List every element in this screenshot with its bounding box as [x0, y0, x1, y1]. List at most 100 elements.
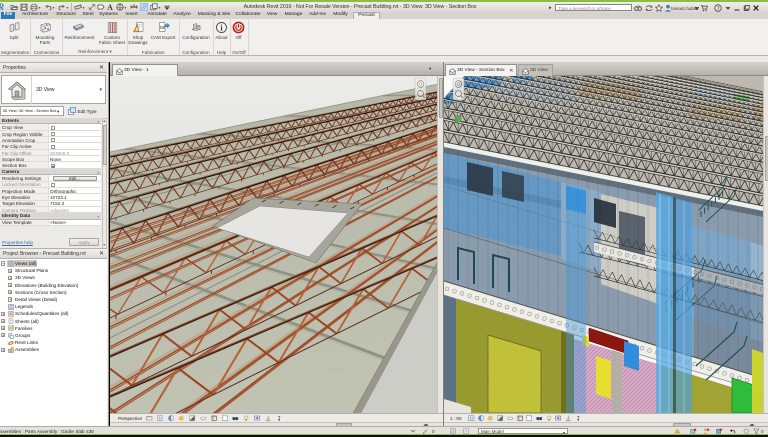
collapse-icon[interactable]: −: [1, 261, 6, 266]
ribbon-button-split[interactable]: Split: [0, 21, 28, 40]
property-value[interactable]: Orthographic: [47, 187, 101, 194]
ribbon-panel-label[interactable]: On/Off: [231, 50, 248, 55]
help-icon[interactable]: ?: [714, 4, 722, 12]
edit-type-button[interactable]: Edit Type: [67, 107, 106, 116]
tag-icon[interactable]: [97, 3, 105, 11]
undo-icon[interactable]: [44, 3, 52, 11]
ribbon-button-custom-fabric-sheet[interactable]: Custom Fabric Sheet: [98, 21, 126, 45]
search-binoculars-icon[interactable]: [634, 4, 642, 12]
property-value[interactable]: [47, 143, 101, 149]
ribbon-panel-label[interactable]: Help: [214, 50, 230, 55]
tree-item-groups[interactable]: + Groups: [0, 332, 107, 339]
ribbon-panel-label[interactable]: Fabrication: [128, 50, 179, 55]
maximize-icon[interactable]: [742, 4, 750, 12]
left-3d-scene[interactable]: [110, 76, 437, 413]
ribbon-button-off[interactable]: Off: [225, 21, 253, 40]
property-value[interactable]: None: [47, 156, 101, 162]
text-icon[interactable]: A: [106, 3, 114, 11]
property-value[interactable]: [47, 124, 101, 130]
expand-icon[interactable]: +: [8, 282, 13, 288]
instance-selector[interactable]: 3D View: 3D View - Section Box: [0, 106, 64, 116]
switch-windows-icon[interactable]: [150, 3, 158, 11]
help-caret-icon[interactable]: [724, 4, 732, 12]
tree-item-assemblies[interactable]: + Assemblies: [0, 346, 107, 353]
property-value[interactable]: [47, 130, 101, 137]
scroll-thumb[interactable]: [103, 125, 107, 165]
property-value[interactable]: 10723.1: [47, 194, 101, 200]
scroll-up-icon[interactable]: ▲: [103, 119, 107, 124]
minimize-icon[interactable]: [733, 4, 741, 12]
exchange-apps-icon[interactable]: [645, 4, 653, 12]
ribbon-button-cam-export[interactable]: CAM CAM Export: [149, 21, 177, 40]
section-icon[interactable]: [130, 3, 138, 11]
expand-icon[interactable]: +: [8, 297, 13, 302]
save-icon[interactable]: [20, 3, 28, 11]
property-value[interactable]: Adjusting: [47, 206, 101, 213]
qat-dropdown-caret-icon[interactable]: ▾: [39, 6, 43, 10]
tree-item-3d-views[interactable]: +3D Views: [0, 274, 107, 281]
checkbox-unchecked[interactable]: [50, 144, 55, 149]
qat-dropdown-caret-icon[interactable]: ▾: [125, 6, 129, 10]
type-selector-caret-icon[interactable]: ▾: [99, 87, 102, 93]
left-scale-label[interactable]: Perspective: [118, 416, 142, 421]
ribbon-button-configuration[interactable]: Configuration: [182, 21, 210, 40]
ribbon-button-reinforcement[interactable]: Reinforcement: [65, 21, 94, 40]
tree-item-sheets-all-[interactable]: + Sheets (all): [0, 318, 107, 325]
view-tab-3d-section-box[interactable]: 3D View - Section Box ✕: [445, 63, 517, 76]
ribbon-panel-label[interactable]: Configuration: [180, 50, 213, 55]
search-input[interactable]: Type a keyword or phrase: [555, 3, 632, 11]
ribbon-panel-label[interactable]: Segmentation: [0, 50, 30, 55]
property-value[interactable]: 7152.3: [47, 200, 101, 206]
default-3d-view-icon[interactable]: [116, 3, 124, 11]
aligned-dimension-icon[interactable]: [88, 3, 96, 11]
ribbon-panel-label[interactable]: Reinforcement ▾: [63, 49, 127, 55]
properties-close-icon[interactable]: ✕: [99, 63, 104, 74]
properties-scrollbar[interactable]: ▲ ▼: [101, 118, 107, 249]
expand-icon[interactable]: +: [8, 275, 13, 281]
apply-button[interactable]: Apply: [69, 238, 99, 246]
open-icon[interactable]: [10, 3, 18, 11]
property-value[interactable]: [47, 162, 101, 168]
expand-icon[interactable]: +: [1, 347, 6, 352]
checkbox-checked[interactable]: [50, 163, 55, 168]
expand-icon[interactable]: +: [8, 290, 13, 295]
tree-item-detail-views-detail-[interactable]: + Detail Views (Detail): [0, 296, 107, 303]
tab-list-caret-icon[interactable]: ▾: [429, 66, 431, 72]
tree-item-families[interactable]: + Families: [0, 325, 107, 332]
tree-item-structural-plans[interactable]: + Structural Plans: [0, 267, 107, 274]
app-store-cart-icon[interactable]: [700, 4, 708, 12]
properties-help-link[interactable]: Properties help: [2, 240, 33, 245]
property-value[interactable]: <None>: [47, 219, 101, 225]
right-3d-scene[interactable]: [444, 76, 763, 413]
checkbox-unchecked[interactable]: [50, 182, 55, 187]
right-scale-label[interactable]: 1 : 50: [450, 416, 462, 421]
redo-icon[interactable]: [58, 3, 66, 11]
property-value[interactable]: 304800.0: [47, 149, 101, 156]
type-selector[interactable]: 3D View ▾: [1, 75, 106, 104]
ribbon-button-shop-drawings[interactable]: Shop Drawings: [124, 21, 152, 45]
qat-dropdown-caret-icon[interactable]: ▾: [83, 6, 87, 10]
tree-item-sections-cross-section-[interactable]: + Sections (Cross Section): [0, 289, 107, 296]
property-value[interactable]: Edit...: [47, 175, 101, 181]
view-tab-close-icon[interactable]: ✕: [509, 68, 513, 74]
ribbon-button-mounting-parts[interactable]: Mounting Parts: [31, 21, 59, 45]
checkbox-unchecked[interactable]: [50, 125, 55, 130]
measure-icon[interactable]: [74, 3, 82, 11]
tree-item-legends[interactable]: Legends: [0, 303, 107, 310]
tree-item-elevations-building-elevation-[interactable]: + Elevations (Building Elevation): [0, 282, 107, 289]
tree-item-revit-links[interactable]: Revit Links: [0, 339, 107, 346]
edit-rendering-settings-button[interactable]: Edit...: [52, 175, 97, 181]
close-icon[interactable]: [752, 4, 760, 12]
checkbox-unchecked[interactable]: [50, 138, 55, 143]
expand-icon[interactable]: +: [1, 333, 6, 338]
instance-selector-caret-icon[interactable]: ▾: [57, 109, 59, 115]
vscroll-thumb[interactable]: [764, 136, 768, 181]
tree-item-views-all-[interactable]: − Views (all): [0, 260, 107, 267]
qat-dropdown-caret-icon[interactable]: ▾: [67, 6, 71, 10]
favorites-star-icon[interactable]: [655, 4, 663, 12]
view-tab-3d-view-1[interactable]: 3D View - 1: [112, 63, 178, 76]
property-value[interactable]: [47, 137, 101, 143]
print-icon[interactable]: [30, 3, 38, 11]
signed-in-user[interactable]: tomasz.fudala: [671, 6, 698, 11]
thin-lines-icon[interactable]: [140, 3, 148, 11]
